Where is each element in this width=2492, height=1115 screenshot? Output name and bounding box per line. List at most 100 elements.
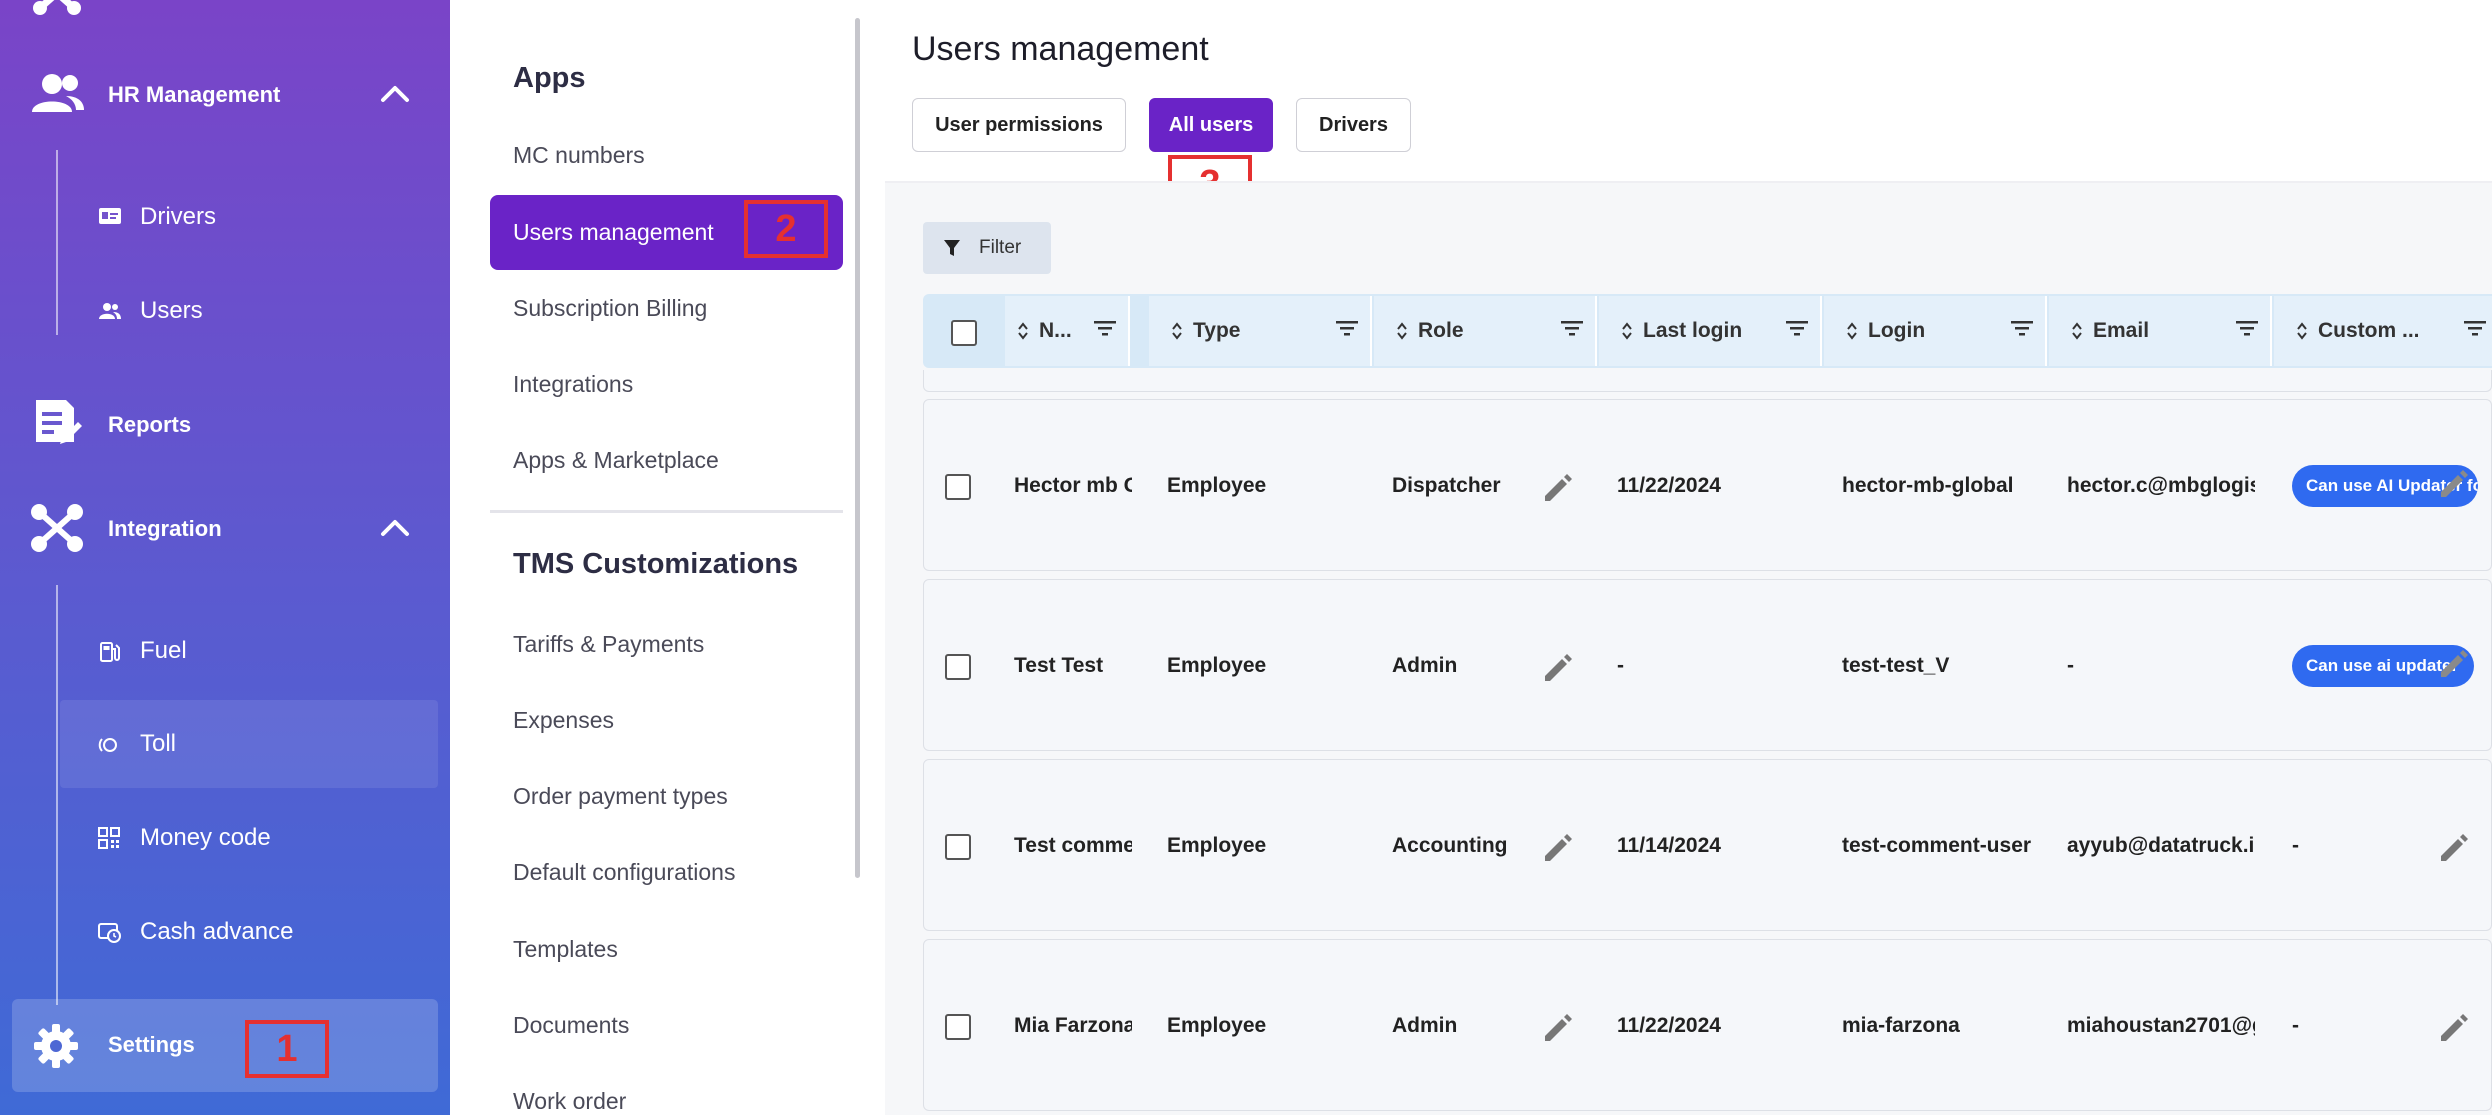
sort-icon[interactable]	[2296, 321, 2308, 341]
edit-custom-pencil-icon[interactable]	[2437, 466, 2471, 500]
sort-icon[interactable]	[1396, 321, 1408, 341]
integration-icon	[28, 502, 86, 554]
sort-icon[interactable]	[1846, 321, 1858, 341]
cell-type: Employee	[1167, 474, 1267, 497]
sort-icon[interactable]	[1621, 321, 1633, 341]
table-row[interactable]: Hector mb G Employee Dispatcher 11/22/20…	[923, 399, 2492, 571]
settings-menu: Apps MC numbers Users management 2 Subsc…	[450, 0, 890, 1115]
sort-icon[interactable]	[2071, 321, 2083, 341]
row-checkbox[interactable]	[945, 834, 971, 860]
chevron-up-icon[interactable]	[380, 82, 410, 104]
gear-icon	[32, 1022, 80, 1070]
chevron-up-icon[interactable]	[380, 516, 410, 538]
menu-item-apps-marketplace[interactable]: Apps & Marketplace	[513, 447, 719, 474]
tab-all-users[interactable]: All users	[1149, 98, 1273, 152]
nav-integration[interactable]: Integration	[0, 502, 450, 554]
menu-item-subscription-billing[interactable]: Subscription Billing	[513, 295, 707, 322]
column-header-label: Type	[1193, 319, 1241, 342]
menu-item-work-order[interactable]: Work order	[513, 1088, 626, 1115]
column-header-login[interactable]: Login	[1824, 296, 2047, 366]
row-checkbox[interactable]	[945, 654, 971, 680]
cell-login: test-test_V	[1842, 654, 1950, 677]
fuel-icon	[98, 640, 122, 664]
menu-item-documents[interactable]: Documents	[513, 1012, 629, 1039]
column-header-last-login[interactable]: Last login	[1599, 296, 1822, 366]
nav-label-fuel: Fuel	[140, 637, 187, 664]
table-row[interactable]: Test comme Employee Accounting 11/14/202…	[923, 759, 2492, 931]
edit-role-pencil-icon[interactable]	[1541, 1010, 1575, 1044]
table-row[interactable]: Test Test Employee Admin - test-test_V -…	[923, 579, 2492, 751]
column-header-label: Login	[1868, 319, 1926, 342]
nav-toll[interactable]: Toll	[0, 725, 450, 765]
sort-icon[interactable]	[1017, 321, 1029, 341]
nav-users[interactable]: Users	[0, 292, 450, 332]
cell-type: Employee	[1167, 834, 1267, 857]
column-header-role[interactable]: Role	[1374, 296, 1597, 366]
edit-role-pencil-icon[interactable]	[1541, 650, 1575, 684]
cell-type: Employee	[1167, 654, 1267, 677]
step-1-annotation: 1	[245, 1020, 329, 1078]
nav-label-cash-advance: Cash advance	[140, 918, 294, 945]
id-card-icon	[98, 206, 122, 226]
cell-last-login: 11/14/2024	[1617, 834, 1721, 857]
edit-role-pencil-icon[interactable]	[1541, 830, 1575, 864]
cell-name: Test comme	[1014, 834, 1132, 857]
cell-login: test-comment-user	[1842, 834, 2032, 857]
column-filter-icon[interactable]	[1094, 319, 1116, 337]
menu-item-templates[interactable]: Templates	[513, 936, 618, 963]
menu-item-default-configurations[interactable]: Default configurations	[513, 859, 735, 886]
cell-last-login: 11/22/2024	[1617, 1014, 1721, 1037]
cell-name: Mia Farzona	[1014, 1014, 1132, 1037]
column-filter-icon[interactable]	[2011, 319, 2033, 337]
filter-label: Filter	[979, 237, 1022, 258]
menu-item-mc-numbers[interactable]: MC numbers	[513, 142, 645, 169]
nav-reports[interactable]: Reports	[0, 398, 450, 450]
menu-item-integrations[interactable]: Integrations	[513, 371, 633, 398]
tms-heading: TMS Customizations	[513, 548, 799, 580]
table-row[interactable]: Mia Farzona Employee Admin 11/22/2024 mi…	[923, 939, 2492, 1111]
column-header-label: Custom ...	[2318, 319, 2420, 342]
cell-custom: -	[2292, 834, 2299, 857]
cell-role: Admin	[1392, 1014, 1458, 1037]
column-filter-icon[interactable]	[2464, 319, 2486, 337]
cell-custom: -	[2292, 1014, 2299, 1037]
tab-drivers[interactable]: Drivers	[1296, 98, 1411, 152]
row-checkbox[interactable]	[945, 474, 971, 500]
cell-last-login: -	[1617, 654, 1624, 677]
nav-cash-advance[interactable]: Cash advance	[0, 913, 450, 953]
edit-custom-pencil-icon[interactable]	[2437, 646, 2471, 680]
column-header-type[interactable]: Type	[1149, 296, 1372, 366]
nav-drivers[interactable]: Drivers	[0, 198, 450, 238]
column-header-email[interactable]: Email	[2049, 296, 2272, 366]
column-filter-icon[interactable]	[1786, 319, 1808, 337]
column-filter-icon[interactable]	[1561, 319, 1583, 337]
nav-money-code[interactable]: Money code	[0, 819, 450, 859]
row-checkbox[interactable]	[945, 1014, 971, 1040]
cell-email: miahoustan2701@g	[2067, 1014, 2255, 1037]
nav-fuel[interactable]: Fuel	[0, 632, 450, 672]
page-title: Users management	[912, 30, 1209, 68]
cash-icon	[98, 921, 122, 943]
filter-button[interactable]: Filter	[923, 222, 1051, 274]
edit-custom-pencil-icon[interactable]	[2437, 830, 2471, 864]
cell-login: mia-farzona	[1842, 1014, 1960, 1037]
cell-role: Dispatcher	[1392, 474, 1501, 497]
nav-hr-management[interactable]: HR Management	[0, 70, 450, 120]
nav-label-toll: Toll	[140, 730, 177, 757]
tab-user-permissions[interactable]: User permissions	[912, 98, 1126, 152]
column-header-custom[interactable]: Custom ...	[2274, 296, 2492, 366]
menu-scrollbar[interactable]	[855, 18, 860, 878]
column-header-name[interactable]: N...	[1005, 296, 1130, 366]
menu-item-tariffs-payments[interactable]: Tariffs & Payments	[513, 631, 704, 658]
integration-top-icon	[30, 0, 84, 16]
menu-item-order-payment-types[interactable]: Order payment types	[513, 783, 728, 810]
sort-icon[interactable]	[1171, 321, 1183, 341]
column-filter-icon[interactable]	[2236, 319, 2258, 337]
menu-item-expenses[interactable]: Expenses	[513, 707, 614, 734]
column-filter-icon[interactable]	[1336, 319, 1358, 337]
edit-custom-pencil-icon[interactable]	[2437, 1010, 2471, 1044]
select-all-checkbox[interactable]	[951, 320, 977, 346]
users-icon	[98, 302, 122, 320]
cell-email: hector.c@mbglogist	[2067, 474, 2255, 497]
edit-role-pencil-icon[interactable]	[1541, 470, 1575, 504]
